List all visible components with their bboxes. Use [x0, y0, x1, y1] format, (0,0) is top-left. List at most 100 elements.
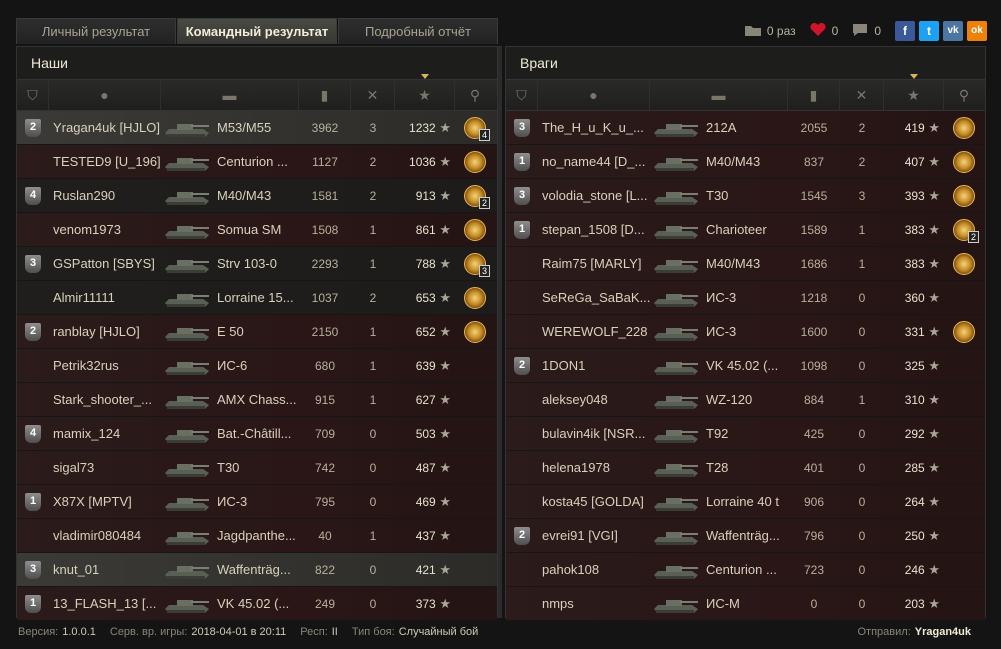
vk-icon[interactable]: vk [943, 21, 963, 41]
vehicle-column-icon[interactable]: ▬ [650, 80, 788, 110]
table-row[interactable]: 1 no_name44 [D_... M40/M43 837 2 407 ★ [506, 145, 985, 179]
odnoklassniki-icon[interactable]: ok [967, 21, 987, 41]
player-name[interactable]: nmps [538, 596, 650, 611]
table-row[interactable]: 3 The_H_u_K_u_... 212A 2055 2 419 ★ [506, 111, 985, 145]
kills-column-icon[interactable]: ✕ [840, 80, 884, 110]
player-name[interactable]: bulavin4ik [NSR... [538, 426, 650, 441]
vehicle-column-icon[interactable]: ▬ [161, 80, 299, 110]
player-name[interactable]: kosta45 [GOLDA] [538, 494, 650, 509]
player-name[interactable]: ranblay [HJLO] [49, 324, 161, 339]
tab-personal-result[interactable]: Личный результат [16, 18, 176, 44]
player-name[interactable]: vladimir080484 [49, 528, 161, 543]
heart-icon[interactable] [810, 22, 826, 40]
damage-value: 1686 [800, 256, 828, 271]
table-row[interactable]: sigal73 T30 742 0 487 ★ [17, 451, 497, 485]
player-name[interactable]: pahok108 [538, 562, 650, 577]
player-name[interactable]: Ruslan290 [49, 188, 161, 203]
table-row[interactable]: 3 knut_01 Waffenträg... 822 0 421 ★ [17, 553, 497, 587]
table-row[interactable]: TESTED9 [U_196] Centurion ... 1127 2 1036 ★ [17, 145, 497, 179]
player-name[interactable]: 13_FLASH_13 [... [49, 596, 161, 611]
table-row[interactable]: aleksey048 WZ-120 884 1 310 ★ [506, 383, 985, 417]
damage-value: 1545 [800, 188, 828, 203]
medal-icon[interactable] [953, 252, 975, 275]
table-row[interactable]: 2 ranblay [HJLO] E 50 2150 1 652 ★ [17, 315, 497, 349]
player-name[interactable]: mamix_124 [49, 426, 161, 441]
player-name[interactable]: 1DON1 [538, 358, 650, 373]
medal-icon[interactable] [464, 320, 486, 343]
table-row[interactable]: 2 1DON1 VK 45.02 (... 1098 0 325 ★ [506, 349, 985, 383]
achievements-column-icon[interactable]: ⚲ [944, 80, 984, 110]
table-row[interactable]: venom1973 Somua SM 1508 1 861 ★ [17, 213, 497, 247]
player-name[interactable]: helena1978 [538, 460, 650, 475]
player-name[interactable]: Almir11111 [49, 290, 161, 305]
achievements-column-icon[interactable]: ⚲ [455, 80, 495, 110]
kills-column-icon[interactable]: ✕ [351, 80, 395, 110]
table-row[interactable]: kosta45 [GOLDA] Lorraine 40 t 906 0 264 ★ [506, 485, 985, 519]
achievement-cell: 3 [455, 252, 495, 277]
player-name[interactable]: aleksey048 [538, 392, 650, 407]
medal-icon[interactable] [953, 320, 975, 343]
table-row[interactable]: vladimir080484 Jagdpanthe... 40 1 437 ★ [17, 519, 497, 553]
table-row[interactable]: WEREWOLF_228 ИС-3 1600 0 331 ★ [506, 315, 985, 349]
table-row[interactable]: 3 volodia_stone [L... T30 1545 3 393 ★ [506, 179, 985, 213]
player-name[interactable]: The_H_u_K_u_... [538, 120, 650, 135]
player-name[interactable]: sigal73 [49, 460, 161, 475]
table-row[interactable]: bulavin4ik [NSR... T92 425 0 292 ★ [506, 417, 985, 451]
table-row[interactable]: 3 GSPatton [SBYS] Strv 103-0 2293 1 788 ★ 3 [17, 247, 497, 281]
player-name[interactable]: Yragan4uk [HJLO] [49, 120, 161, 135]
xp-column-icon[interactable]: ★ [884, 74, 944, 110]
comment-icon[interactable] [852, 23, 868, 40]
table-row[interactable]: helena1978 T28 401 0 285 ★ [506, 451, 985, 485]
rank-column-icon[interactable]: ⛉ [17, 80, 49, 110]
medal-icon[interactable] [464, 218, 486, 241]
table-row[interactable]: Stark_shooter_... AMX Chass... 915 1 627 ★ [17, 383, 497, 417]
player-name[interactable]: stepan_1508 [D... [538, 222, 650, 237]
medal-icon[interactable] [464, 286, 486, 309]
player-name[interactable]: no_name44 [D_... [538, 154, 650, 169]
table-row[interactable]: 2 Yragan4uk [HJLO] M53/M55 3962 3 1232 ★ 4 [17, 111, 497, 145]
player-name[interactable]: TESTED9 [U_196] [49, 154, 161, 169]
player-column-icon[interactable]: ● [538, 80, 650, 110]
player-name[interactable]: Stark_shooter_... [49, 392, 161, 407]
player-name[interactable]: volodia_stone [L... [538, 188, 650, 203]
likes-counter[interactable]: 0 [810, 22, 838, 40]
player-name[interactable]: WEREWOLF_228 [538, 324, 650, 339]
player-name[interactable]: GSPatton [SBYS] [49, 256, 161, 271]
table-row[interactable]: 4 mamix_124 Bat.-Châtill... 709 0 503 ★ [17, 417, 497, 451]
table-row[interactable]: nmps ИС-М 0 0 203 ★ [506, 587, 985, 621]
player-name[interactable]: evrei91 [VGI] [538, 528, 650, 543]
table-row[interactable]: Petrik32rus ИС-6 680 1 639 ★ [17, 349, 497, 383]
table-row[interactable]: 4 Ruslan290 M40/M43 1581 2 913 ★ 2 [17, 179, 497, 213]
table-row[interactable]: SeReGa_SaBaK... ИС-3 1218 0 360 ★ [506, 281, 985, 315]
player-name[interactable]: SeReGa_SaBaK... [538, 290, 650, 305]
tab-team-result[interactable]: Командный результат [177, 18, 337, 44]
table-row[interactable]: pahok108 Centurion ... 723 0 246 ★ [506, 553, 985, 587]
damage-column-icon[interactable]: ▮ [788, 80, 840, 110]
comments-counter[interactable]: 0 [852, 23, 881, 40]
tab-detailed-report[interactable]: Подробный отчёт [338, 18, 498, 44]
sender-name[interactable]: Yragan4uk [915, 626, 971, 638]
medal-icon[interactable] [953, 184, 975, 207]
medal-icon[interactable] [464, 150, 486, 173]
table-row[interactable]: Raim75 [MARLY] M40/M43 1686 1 383 ★ [506, 247, 985, 281]
rank-column-icon[interactable]: ⛉ [506, 80, 538, 110]
facebook-icon[interactable]: f [895, 21, 915, 41]
table-row[interactable]: 1 X87X [MPTV] ИС-3 795 0 469 ★ [17, 485, 497, 519]
player-column-icon[interactable]: ● [49, 80, 161, 110]
player-name[interactable]: knut_01 [49, 562, 161, 577]
table-row[interactable]: 1 stepan_1508 [D... Charioteer 1589 1 383 ★ 2 [506, 213, 985, 247]
player-name[interactable]: Raim75 [MARLY] [538, 256, 650, 271]
twitter-icon[interactable]: t [919, 21, 939, 41]
table-row[interactable]: Almir11111 Lorraine 15... 1037 2 653 ★ [17, 281, 497, 315]
tank-icon [650, 215, 702, 245]
kills-value: 1 [369, 528, 377, 543]
table-row[interactable]: 1 13_FLASH_13 [... VK 45.02 (... 249 0 373 ★ [17, 587, 497, 621]
player-name[interactable]: Petrik32rus [49, 358, 161, 373]
table-row[interactable]: 2 evrei91 [VGI] Waffenträg... 796 0 250 ★ [506, 519, 985, 553]
damage-column-icon[interactable]: ▮ [299, 80, 351, 110]
medal-icon[interactable] [953, 150, 975, 173]
player-name[interactable]: X87X [MPTV] [49, 494, 161, 509]
player-name[interactable]: venom1973 [49, 222, 161, 237]
medal-icon[interactable] [953, 116, 975, 139]
xp-column-icon[interactable]: ★ [395, 74, 455, 110]
